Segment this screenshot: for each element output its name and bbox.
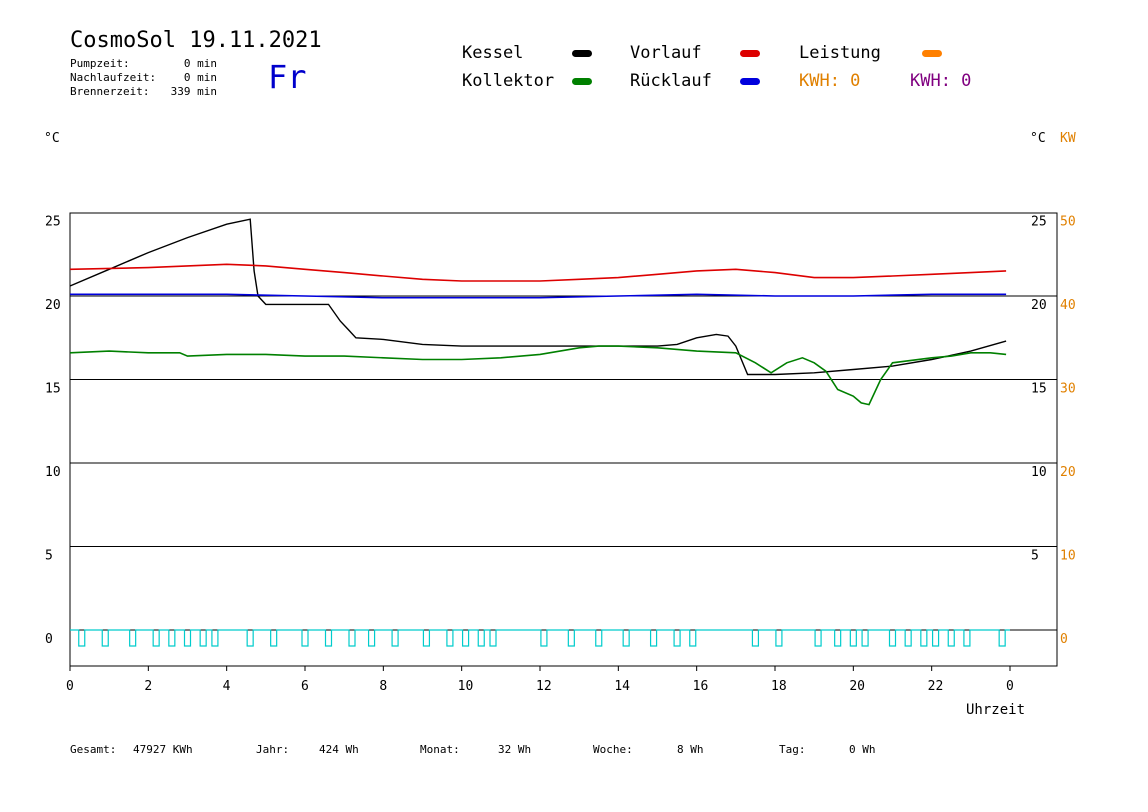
y-tick-left: 20 bbox=[45, 298, 61, 313]
y-tick-right-kw: 10 bbox=[1060, 549, 1076, 564]
footer-gesamt-label: Gesamt: bbox=[70, 743, 117, 756]
y-tick-right-kw: 0 bbox=[1060, 632, 1068, 647]
footer-woche-value: 8 Wh bbox=[677, 743, 704, 756]
y-tick-right-c: 10 bbox=[1031, 465, 1047, 480]
x-tick-label: 22 bbox=[928, 679, 944, 694]
series-line-kollektor bbox=[69, 345, 1007, 406]
y-tick-right-kw: 40 bbox=[1060, 298, 1076, 313]
x-tick-label: 0 bbox=[1006, 679, 1014, 694]
x-axis-label: Uhrzeit bbox=[966, 702, 1025, 718]
x-tick-label: 20 bbox=[849, 679, 865, 694]
x-tick-label: 18 bbox=[771, 679, 787, 694]
plot-frame bbox=[69, 212, 1058, 667]
y-tick-right-c: 25 bbox=[1031, 215, 1047, 230]
y-tick-right-c: 15 bbox=[1031, 382, 1047, 397]
x-tick-label: 10 bbox=[458, 679, 474, 694]
y-tick-left: 0 bbox=[45, 632, 53, 647]
x-tick-label: 6 bbox=[301, 679, 309, 694]
x-tick-label: 16 bbox=[693, 679, 709, 694]
series-line-kessel bbox=[69, 218, 1007, 376]
footer-tag-label: Tag: bbox=[779, 743, 806, 756]
footer-monat-label: Monat: bbox=[420, 743, 460, 756]
series-line-vorlauf bbox=[69, 263, 1007, 282]
y-tick-right-kw: 50 bbox=[1060, 215, 1076, 230]
y-tick-left: 15 bbox=[45, 382, 61, 397]
footer-tag-value: 0 Wh bbox=[849, 743, 876, 756]
footer-woche-label: Woche: bbox=[593, 743, 633, 756]
pump-signal-line bbox=[70, 629, 1010, 647]
x-tick-label: 12 bbox=[536, 679, 552, 694]
x-tick-label: 8 bbox=[379, 679, 387, 694]
footer-gesamt-value: 47927 KWh bbox=[133, 743, 193, 756]
y-tick-right-c: 20 bbox=[1031, 298, 1047, 313]
footer-jahr-label: Jahr: bbox=[256, 743, 290, 756]
x-tick-label: 0 bbox=[66, 679, 74, 694]
y-tick-right-c: 5 bbox=[1031, 549, 1039, 564]
y-tick-left: 25 bbox=[45, 215, 61, 230]
y-tick-left: 5 bbox=[45, 549, 53, 564]
y-tick-left: 10 bbox=[45, 465, 61, 480]
temperature-chart: Uhrzeit 2520151050252015105504030201000 2… bbox=[45, 212, 1076, 718]
footer-monat-value: 32 Wh bbox=[498, 743, 532, 756]
x-tick-label: 4 bbox=[223, 679, 231, 694]
y-tick-right-kw: 20 bbox=[1060, 465, 1076, 480]
y-tick-right-kw: 30 bbox=[1060, 382, 1076, 397]
x-tick-label: 14 bbox=[614, 679, 630, 694]
x-tick-label: 2 bbox=[144, 679, 152, 694]
footer-jahr-value: 424 Wh bbox=[319, 743, 359, 756]
